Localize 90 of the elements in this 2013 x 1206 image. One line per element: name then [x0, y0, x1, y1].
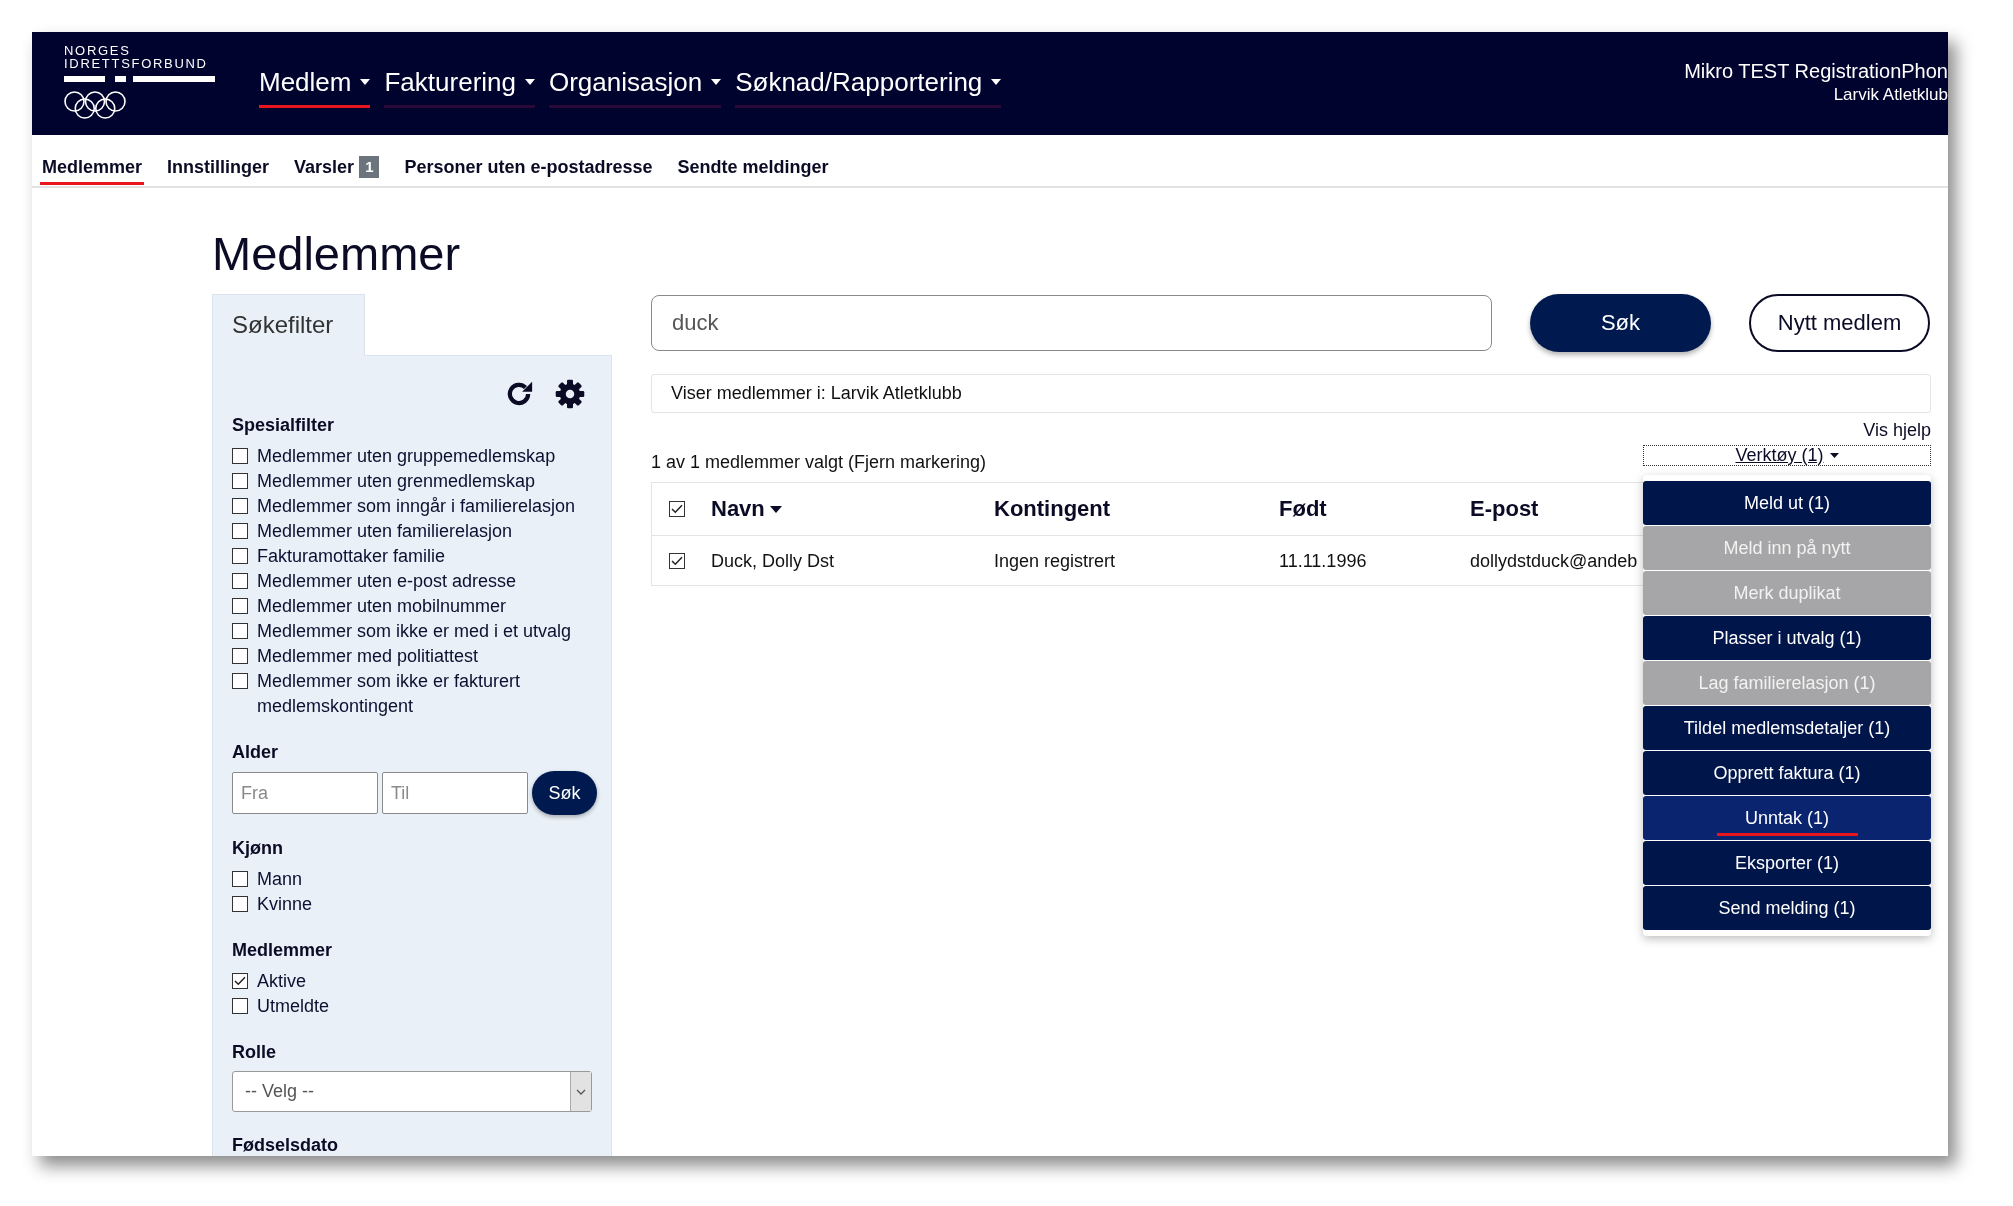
checkbox-label: Utmeldte [257, 995, 330, 1018]
stripes-icon [64, 76, 215, 82]
checkbox-label: Medlemmer som ikke er fakturert medlemskontingent [257, 670, 522, 718]
menu-item[interactable]: Opprett faktura (1) [1643, 751, 1931, 795]
checkbox[interactable] [232, 498, 248, 514]
checkbox[interactable] [232, 448, 248, 464]
checkbox[interactable] [232, 896, 248, 912]
menu-item[interactable]: Tildel medlemsdetaljer (1) [1643, 706, 1931, 750]
checkbox-label: Medlemmer uten gruppemedlemskap [257, 445, 556, 468]
club-name: Larvik Atletklub [1833, 83, 1948, 106]
menu-item[interactable]: Unntak (1) [1643, 796, 1931, 840]
checkbox[interactable] [232, 973, 248, 989]
new-member-button[interactable]: Nytt medlem [1749, 294, 1930, 352]
subnav-tab[interactable]: Innstillinger [165, 156, 272, 185]
checkbox-label: Aktive [257, 970, 307, 993]
search-button[interactable]: Søk [1530, 294, 1711, 352]
section-heading: Fødselsdato [232, 1134, 339, 1156]
menu-item[interactable]: Send melding (1) [1643, 886, 1931, 930]
sort-caret-icon [769, 505, 782, 513]
rings-icon [64, 91, 126, 119]
checkbox-label: Medlemmer uten e-post adresse [257, 570, 517, 593]
table-cell: Ingen registrert [994, 549, 1116, 572]
search-field[interactable]: duck [651, 295, 1492, 351]
nav-menu-item[interactable]: Organisasjon [549, 59, 722, 108]
checkbox[interactable] [232, 998, 248, 1014]
column-header[interactable]: Navn [711, 496, 782, 522]
logo-text: NORGES [64, 44, 131, 57]
age-input-field[interactable]: Til [382, 772, 528, 814]
checkbox[interactable] [232, 623, 248, 639]
checkbox-label: Medlemmer uten grenmedlemskap [257, 470, 536, 493]
nav-menu-item[interactable]: Fakturering [384, 59, 535, 108]
caret-down-icon [711, 79, 722, 85]
user-name: Mikro TEST RegistrationPhon [1684, 58, 1948, 84]
checkbox-label: Mann [257, 868, 303, 891]
menu-item[interactable]: Eksporter (1) [1643, 841, 1931, 885]
caret-down-icon [525, 79, 535, 85]
table-cell: dollydstduck@andeb [1470, 549, 1638, 572]
checkbox[interactable] [232, 871, 248, 887]
search-button[interactable]: Søk [532, 771, 597, 815]
checkbox-label: Medlemmer som ikke er med i et utvalg [257, 620, 572, 643]
checkbox-label: Fakturamottaker familie [257, 545, 446, 568]
section-heading: Kjønn [232, 837, 284, 859]
section-heading: Medlemmer [232, 939, 334, 961]
checkbox-label: Medlemmer uten mobilnummer [257, 595, 507, 618]
selection-summary: 1 av 1 medlemmer valgt (Fjern markering) [651, 451, 987, 473]
checkbox[interactable] [232, 548, 248, 564]
column-header[interactable]: Født [1279, 496, 1327, 522]
checkbox[interactable] [232, 573, 248, 589]
checkmark-icon [670, 502, 684, 516]
column-header[interactable]: E-post [1470, 496, 1539, 522]
checkbox-label: Medlemmer som inngår i familierelasjon [257, 495, 576, 518]
page-title: Medlemmer [212, 227, 461, 281]
chevron-down-icon [576, 1088, 586, 1095]
age-input-field[interactable]: Fra [232, 772, 378, 814]
nav-menu-item[interactable]: Medlem [259, 59, 371, 108]
caret-down-icon [1829, 453, 1839, 458]
section-heading: Spesialfilter [232, 414, 336, 436]
subnav-tab[interactable]: Personer uten e-postadresse [402, 156, 655, 185]
checkbox[interactable] [232, 648, 248, 664]
checkbox[interactable] [669, 501, 685, 517]
subnav-tab[interactable]: Varsler 1 [292, 156, 382, 185]
settings-icon[interactable] [555, 379, 585, 409]
checkbox[interactable] [232, 473, 248, 489]
role-select[interactable]: -- Velg -- [232, 1071, 592, 1112]
subnav-tab[interactable]: Sendte meldinger [675, 156, 831, 185]
tools-dropdown-toggle[interactable]: Verktøy (1) [1643, 445, 1931, 466]
checkbox-label: Medlemmer med politiattest [257, 645, 479, 668]
table-cell: Duck, Dolly Dst [711, 549, 835, 572]
checkbox-label: Medlemmer uten familierelasjon [257, 520, 513, 543]
menu-item[interactable]: Plasser i utvalg (1) [1643, 616, 1931, 660]
help-link[interactable]: Vis hjelp [1863, 419, 1931, 441]
column-header[interactable]: Kontingent [994, 496, 1111, 522]
caret-down-icon [360, 79, 371, 85]
table-cell: 11.11.1996 [1279, 549, 1367, 572]
checkbox[interactable] [232, 673, 248, 689]
checkbox-label: Kvinne [257, 893, 313, 916]
nav-menu-item[interactable]: Søknad/Rapportering [735, 59, 1002, 108]
section-heading: Rolle [232, 1041, 277, 1063]
checkmark-icon [233, 974, 247, 988]
info-notice: Viser medlemmer i: Larvik Atletklubb [651, 374, 1931, 413]
count-badge: 1 [359, 156, 380, 178]
filter-panel-tab[interactable]: Søkefilter [212, 294, 365, 356]
section-heading: Alder [232, 741, 279, 763]
checkbox[interactable] [232, 523, 248, 539]
menu-item[interactable]: Meld ut (1) [1643, 481, 1931, 525]
checkbox[interactable] [232, 598, 248, 614]
subnav-tab[interactable]: Medlemmer [40, 156, 145, 185]
logo-text: IDRETTSFORBUND [64, 57, 208, 70]
checkbox[interactable] [669, 552, 685, 569]
caret-down-icon [991, 79, 1002, 85]
